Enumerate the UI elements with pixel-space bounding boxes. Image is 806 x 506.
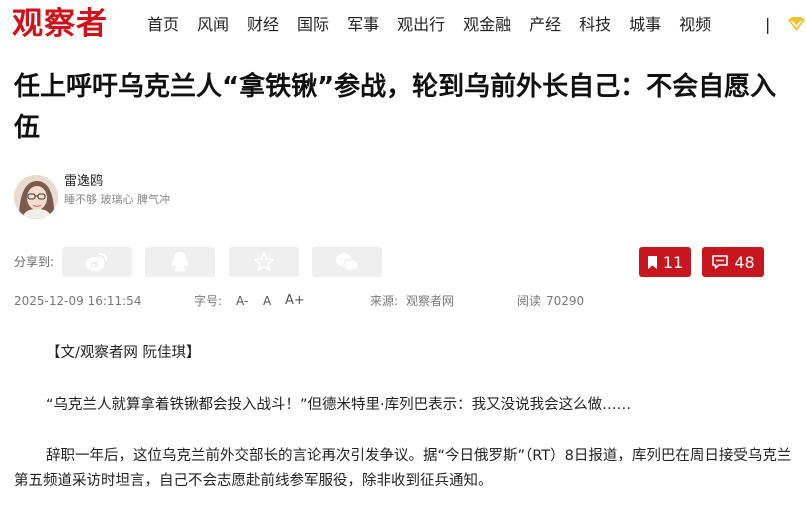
nav-item-military[interactable]: 军事 <box>347 14 379 36</box>
bookmark-button[interactable]: 11 <box>639 247 691 277</box>
font-size-label: 字号: <box>194 294 223 308</box>
author-bio: 睡不够 玻璃心 脾气冲 <box>64 193 170 206</box>
font-size-small-button[interactable]: A- <box>236 293 248 309</box>
wechat-icon <box>336 253 359 271</box>
source-value[interactable]: 观察者网 <box>406 293 454 309</box>
comment-icon <box>712 255 729 269</box>
read-count-value: 70290 <box>546 294 585 308</box>
weibo-icon <box>85 253 107 271</box>
nav-item-video[interactable]: 视频 <box>679 14 711 36</box>
qzone-star-icon <box>254 252 274 272</box>
top-nav: 观察者 首页 风闻 财经 国际 军事 观出行 观金融 产经 科技 城事 视频 | <box>0 0 806 50</box>
nav-menu: 首页 风闻 财经 国际 军事 观出行 观金融 产经 科技 城事 视频 <box>147 14 729 36</box>
author-avatar[interactable] <box>14 175 58 219</box>
read-count-label: 阅读 <box>517 294 542 308</box>
comment-button[interactable]: 48 <box>702 247 764 277</box>
gold-member-icon[interactable] <box>787 17 806 32</box>
nav-item-industry[interactable]: 产经 <box>529 14 561 36</box>
comment-count: 48 <box>734 252 755 272</box>
author-name[interactable]: 雷逸鸥 <box>64 174 103 190</box>
share-wechat-button[interactable] <box>312 247 382 277</box>
article-title: 任上呼吁乌克兰人“拿铁锹”参战，轮到乌前外长自己：不会自愿入伍 <box>14 72 777 143</box>
nav-item-tech[interactable]: 科技 <box>579 14 611 36</box>
share-qq-button[interactable] <box>145 247 215 277</box>
share-weibo-button[interactable] <box>62 247 132 277</box>
source-label: 来源: <box>370 294 399 308</box>
nav-item-fintech[interactable]: 观金融 <box>463 14 511 36</box>
share-label: 分享到: <box>14 255 55 269</box>
font-size-large-button[interactable]: A+ <box>285 293 305 309</box>
site-logo[interactable]: 观察者 <box>12 5 108 43</box>
nav-item-international[interactable]: 国际 <box>297 14 329 36</box>
nav-item-city[interactable]: 城事 <box>629 14 661 36</box>
bookmark-count: 11 <box>662 252 684 272</box>
article-paragraph: 【文/观察者网 阮佳琪】 <box>46 345 201 361</box>
nav-separator: | <box>765 15 771 34</box>
nav-item-fengwen[interactable]: 风闻 <box>197 14 229 36</box>
font-size-normal-button[interactable]: A <box>263 293 271 309</box>
share-qzone-button[interactable] <box>229 247 299 277</box>
nav-item-home[interactable]: 首页 <box>147 14 179 36</box>
article-paragraph: 辞职一年后，这位乌克兰前外交部长的言论再次引发争议。据“今日俄罗斯”（RT）8日… <box>14 448 792 489</box>
nav-item-mobility[interactable]: 观出行 <box>397 14 445 36</box>
nav-item-finance[interactable]: 财经 <box>247 14 279 36</box>
article-paragraph: “乌克兰人就算拿着铁锹都会投入战斗！”但德米特里·库列巴表示：我又没说我会这么做… <box>46 397 632 413</box>
bookmark-icon <box>647 255 657 269</box>
publish-date: 2025-12-09 16:11:54 <box>14 294 142 308</box>
qq-icon <box>171 252 189 272</box>
avatar-photo <box>14 175 58 219</box>
